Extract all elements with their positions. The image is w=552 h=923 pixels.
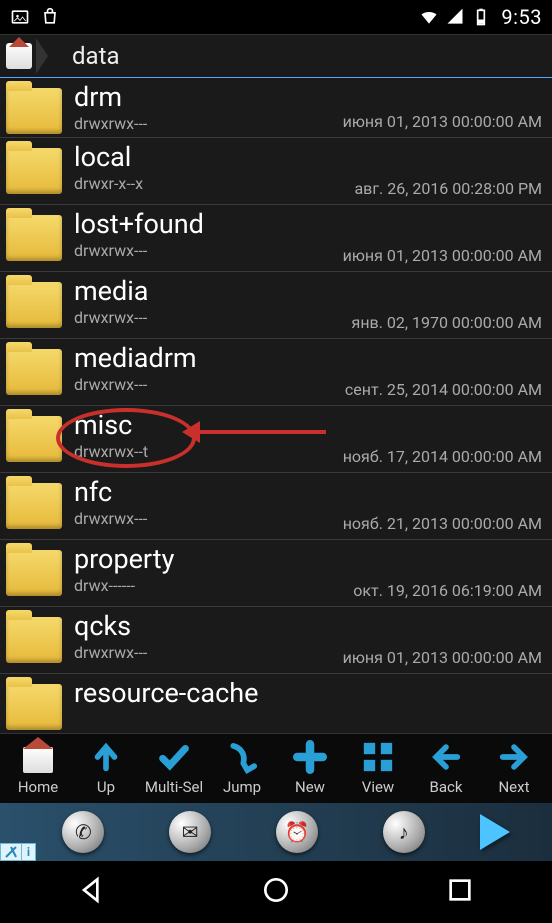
toolbar-label: Back [430, 778, 463, 796]
file-row[interactable]: qcks drwxrwx--- июня 01, 2013 00:00:00 A… [0, 607, 552, 674]
new-button[interactable]: New [276, 738, 344, 803]
ad-music-icon: ♪ [383, 811, 425, 853]
file-date: окт. 19, 2016 06:19:00 AM [353, 581, 542, 600]
file-row[interactable]: local drwxr-x--x авг. 26, 2016 00:28:00 … [0, 138, 552, 205]
file-date: янв. 02, 1970 00:00:00 AM [352, 313, 542, 332]
file-date: июня 01, 2013 00:00:00 AM [343, 246, 542, 265]
home-icon [23, 747, 53, 773]
shop-icon [40, 7, 60, 27]
file-name: drm [74, 82, 546, 112]
folder-icon [6, 617, 62, 663]
file-name: mediadrm [74, 343, 546, 373]
folder-icon [6, 550, 62, 596]
bottom-toolbar: Home Up Multi-Sel Jump New View Back Nex… [0, 733, 552, 803]
file-name: local [74, 142, 546, 172]
ad-banner[interactable]: ✆ ✉ ⏰ ♪ [0, 803, 552, 861]
nav-home-button[interactable] [260, 874, 292, 910]
file-row[interactable]: misc drwxrwx--t нояб. 17, 2014 00:00:00 … [0, 406, 552, 473]
plus-icon [293, 738, 327, 776]
file-date: нояб. 17, 2014 00:00:00 AM [343, 447, 542, 466]
arrow-right-icon [497, 738, 531, 776]
ad-info-button[interactable]: i [22, 843, 36, 861]
file-name: media [74, 276, 546, 306]
file-name: nfc [74, 477, 546, 507]
wifi-icon [419, 7, 439, 27]
jump-icon [225, 738, 259, 776]
view-button[interactable]: View [344, 738, 412, 803]
toolbar-label: Multi-Sel [145, 778, 203, 796]
folder-icon [6, 282, 62, 328]
file-row[interactable]: resource-cache drwxrwx--- июня 01, 2013 … [0, 674, 552, 714]
folder-icon [6, 215, 62, 261]
breadcrumb-current[interactable]: data [62, 42, 130, 70]
file-date: сент. 25, 2014 00:00:00 AM [345, 380, 542, 399]
file-name: lost+found [74, 209, 546, 239]
file-row[interactable]: drm drwxrwx--- июня 01, 2013 00:00:00 AM [0, 78, 552, 138]
status-clock: 9:53 [501, 5, 542, 29]
path-breadcrumb-bar: data [0, 34, 552, 78]
jump-button[interactable]: Jump [208, 738, 276, 803]
android-status-bar: 9:53 [0, 0, 552, 34]
multi-select-button[interactable]: Multi-Sel [140, 738, 208, 803]
home-button[interactable]: Home [4, 738, 72, 803]
picture-icon [10, 7, 30, 27]
breadcrumb-home-icon[interactable] [6, 43, 32, 69]
file-name: resource-cache [74, 678, 546, 708]
folder-icon [6, 416, 62, 462]
toolbar-label: Home [18, 778, 58, 796]
toolbar-label: Up [97, 778, 115, 796]
up-button[interactable]: Up [72, 738, 140, 803]
folder-icon [6, 483, 62, 529]
folder-icon [6, 684, 62, 730]
check-icon [157, 738, 191, 776]
nav-recent-button[interactable] [444, 874, 476, 910]
breadcrumb-separator-icon [36, 38, 48, 74]
toolbar-label: Next [498, 778, 529, 796]
file-date: июня 01, 2013 00:00:00 AM [343, 648, 542, 667]
file-date: нояб. 21, 2013 00:00:00 AM [343, 514, 542, 533]
file-row[interactable]: media drwxrwx--- янв. 02, 1970 00:00:00 … [0, 272, 552, 339]
cell-signal-icon [445, 7, 465, 27]
file-date: авг. 26, 2016 00:28:00 PM [354, 179, 542, 198]
ad-phone-icon: ✆ [62, 811, 104, 853]
next-button[interactable]: Next [480, 738, 548, 803]
file-name: misc [74, 410, 546, 440]
folder-icon [6, 148, 62, 194]
battery-icon [471, 7, 491, 27]
nav-back-button[interactable] [76, 874, 108, 910]
file-date: июня 01, 2013 00:00:00 AM [343, 112, 542, 131]
arrow-up-icon [89, 738, 123, 776]
toolbar-label: Jump [223, 778, 261, 796]
grid-icon [361, 738, 395, 776]
android-nav-bar [0, 861, 552, 923]
file-row[interactable]: mediadrm drwxrwx--- сент. 25, 2014 00:00… [0, 339, 552, 406]
folder-icon [6, 349, 62, 395]
file-list[interactable]: drm drwxrwx--- июня 01, 2013 00:00:00 AM… [0, 78, 552, 733]
file-name: property [74, 544, 546, 574]
toolbar-label: New [295, 778, 325, 796]
file-row[interactable]: nfc drwxrwx--- нояб. 21, 2013 00:00:00 A… [0, 473, 552, 540]
file-row[interactable]: lost+found drwxrwx--- июня 01, 2013 00:0… [0, 205, 552, 272]
ad-mail-icon: ✉ [169, 811, 211, 853]
file-row[interactable]: property drwx------ окт. 19, 2016 06:19:… [0, 540, 552, 607]
ad-close-button[interactable] [0, 843, 22, 861]
toolbar-label: View [362, 778, 394, 796]
arrow-left-icon [429, 738, 463, 776]
folder-icon [6, 88, 62, 134]
file-name: qcks [74, 611, 546, 641]
back-button[interactable]: Back [412, 738, 480, 803]
ad-alarm-icon: ⏰ [276, 811, 318, 853]
